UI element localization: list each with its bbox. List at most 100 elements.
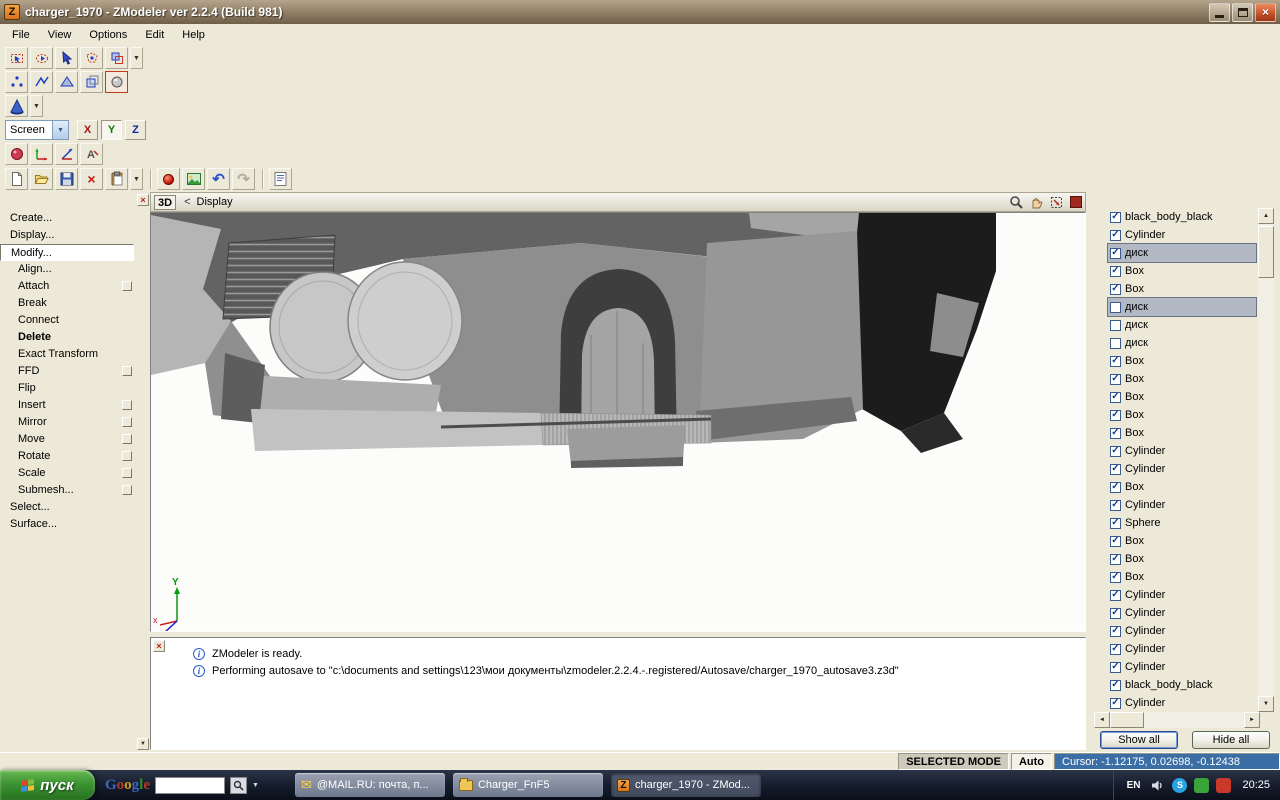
- select-polyline-button[interactable]: [80, 47, 103, 69]
- left-panel-item-display[interactable]: Display...: [0, 227, 150, 244]
- scene-object-row[interactable]: ✓ Cylinder: [1108, 460, 1256, 478]
- log-window-button[interactable]: [269, 168, 292, 190]
- scene-object-row[interactable]: ✓ black_body_black: [1108, 676, 1256, 694]
- vscroll-thumb[interactable]: [1258, 226, 1274, 278]
- log-close-icon[interactable]: ×: [153, 640, 165, 652]
- menu-help[interactable]: Help: [173, 26, 214, 44]
- visibility-checkbox[interactable]: ✓: [1110, 427, 1121, 439]
- visibility-checkbox[interactable]: ✓: [1110, 535, 1121, 547]
- axis-z-button[interactable]: Z: [125, 120, 146, 140]
- visibility-checkbox[interactable]: ✓: [1110, 607, 1121, 619]
- scene-object-row[interactable]: ✓ black_body_black: [1108, 208, 1256, 226]
- google-dropdown-icon[interactable]: ▼: [252, 782, 259, 789]
- select-single-button[interactable]: [55, 47, 78, 69]
- visibility-checkbox[interactable]: ✓: [1110, 625, 1121, 637]
- scene-object-row[interactable]: ✓ Cylinder: [1108, 442, 1256, 460]
- menu-edit[interactable]: Edit: [136, 26, 173, 44]
- scene-list-hscrollbar[interactable]: ◄ ►: [1094, 712, 1260, 728]
- zoom-extents-icon[interactable]: [1047, 194, 1065, 211]
- scene-object-row[interactable]: ✓ Box: [1108, 478, 1256, 496]
- new-file-button[interactable]: [5, 168, 28, 190]
- visibility-checkbox[interactable]: ✓: [1110, 391, 1121, 403]
- visibility-checkbox[interactable]: ✓: [1110, 373, 1121, 385]
- modifier-option-box[interactable]: [122, 366, 132, 376]
- visibility-checkbox[interactable]: [1110, 301, 1121, 313]
- viewport-3d[interactable]: Y x z: [150, 212, 1086, 644]
- level-polygons-button[interactable]: [55, 71, 78, 93]
- visibility-checkbox[interactable]: ✓: [1110, 355, 1121, 367]
- axis-y-button[interactable]: Y: [101, 120, 122, 140]
- scene-object-row[interactable]: ✓ Box: [1108, 280, 1256, 298]
- commands-panel-close-icon[interactable]: ×: [137, 194, 149, 206]
- left-panel-item-mirror[interactable]: Mirror: [0, 414, 150, 431]
- scene-object-row[interactable]: ✓ Box: [1108, 424, 1256, 442]
- modifier-option-box[interactable]: [122, 400, 132, 410]
- scene-object-row[interactable]: ✓ Cylinder: [1108, 658, 1256, 676]
- visibility-checkbox[interactable]: ✓: [1110, 571, 1121, 583]
- paste-button[interactable]: [105, 168, 128, 190]
- scene-object-row[interactable]: ✓ Cylinder: [1108, 604, 1256, 622]
- left-panel-item-create[interactable]: Create...: [0, 210, 150, 227]
- menu-file[interactable]: File: [3, 26, 39, 44]
- scene-object-row[interactable]: ✓ Box: [1108, 532, 1256, 550]
- scale-gizmo-button[interactable]: [55, 143, 78, 165]
- scene-object-row[interactable]: диск: [1108, 316, 1256, 334]
- combobox-dropdown-icon[interactable]: ▼: [52, 121, 68, 139]
- scene-object-row[interactable]: ✓ Cylinder: [1108, 622, 1256, 640]
- visibility-checkbox[interactable]: ✓: [1110, 445, 1121, 457]
- scene-object-row[interactable]: ✓ Cylinder: [1108, 694, 1256, 712]
- scene-object-row[interactable]: ✓ Box: [1108, 352, 1256, 370]
- scene-object-row[interactable]: ✓ Box: [1108, 262, 1256, 280]
- create-primitive-button[interactable]: [5, 95, 28, 117]
- scene-list-vscrollbar[interactable]: ▲ ▼: [1258, 208, 1274, 712]
- viewport-view-label[interactable]: Display: [197, 196, 233, 208]
- google-search-icon[interactable]: [230, 776, 248, 794]
- scroll-left-icon[interactable]: ◄: [1094, 712, 1110, 728]
- viewport-mode-button[interactable]: 3D: [154, 194, 177, 210]
- show-all-button[interactable]: Show all: [1100, 731, 1178, 749]
- commands-panel-scroll-down-icon[interactable]: ▼: [137, 738, 149, 750]
- tray-status-icon[interactable]: [1194, 777, 1210, 793]
- visibility-checkbox[interactable]: ✓: [1110, 661, 1121, 673]
- scroll-right-icon[interactable]: ►: [1244, 712, 1260, 728]
- modifier-option-box[interactable]: [122, 417, 132, 427]
- scroll-up-icon[interactable]: ▲: [1258, 208, 1274, 224]
- visibility-checkbox[interactable]: [1110, 319, 1121, 331]
- left-panel-item-flip[interactable]: Flip: [0, 380, 150, 397]
- visibility-checkbox[interactable]: ✓: [1110, 229, 1121, 241]
- taskbar-task[interactable]: Charger_FnF5: [452, 773, 603, 797]
- modifier-option-box[interactable]: [122, 434, 132, 444]
- tray-app-icon[interactable]: [1216, 777, 1232, 793]
- modifier-option-box[interactable]: [122, 485, 132, 495]
- modifier-option-box[interactable]: [122, 468, 132, 478]
- select-area-button[interactable]: [105, 47, 128, 69]
- render-button[interactable]: [157, 168, 180, 190]
- select-quadr-button[interactable]: [5, 47, 28, 69]
- left-panel-item-delete[interactable]: Delete: [0, 329, 150, 346]
- save-file-button[interactable]: [55, 168, 78, 190]
- move-gizmo-button[interactable]: [30, 143, 53, 165]
- scene-object-row[interactable]: ✓ Cylinder: [1108, 586, 1256, 604]
- level-edges-button[interactable]: [30, 71, 53, 93]
- scene-object-row[interactable]: ✓ Cylinder: [1108, 640, 1256, 658]
- screenshot-button[interactable]: [182, 168, 205, 190]
- skype-icon[interactable]: S: [1172, 777, 1188, 793]
- visibility-checkbox[interactable]: ✓: [1110, 499, 1121, 511]
- visibility-checkbox[interactable]: ✓: [1110, 283, 1121, 295]
- google-search-input[interactable]: [155, 776, 226, 794]
- select-circle-button[interactable]: [30, 47, 53, 69]
- visibility-checkbox[interactable]: ✓: [1110, 517, 1121, 529]
- left-panel-item-ffd[interactable]: FFD: [0, 363, 150, 380]
- left-panel-item-attach[interactable]: Attach: [0, 278, 150, 295]
- visibility-checkbox[interactable]: ✓: [1110, 211, 1121, 223]
- level-objects-button[interactable]: [80, 71, 103, 93]
- viewport-maximize-button[interactable]: [1070, 196, 1082, 208]
- menu-view[interactable]: View: [39, 26, 81, 44]
- left-panel-item-modify[interactable]: Modify...: [0, 244, 134, 261]
- undo-button[interactable]: ↶: [207, 168, 230, 190]
- scene-object-row[interactable]: ✓ Box: [1108, 388, 1256, 406]
- axis-x-button[interactable]: X: [77, 120, 98, 140]
- visibility-checkbox[interactable]: ✓: [1110, 409, 1121, 421]
- scene-object-row[interactable]: диск: [1107, 297, 1257, 317]
- visibility-checkbox[interactable]: ✓: [1110, 481, 1121, 493]
